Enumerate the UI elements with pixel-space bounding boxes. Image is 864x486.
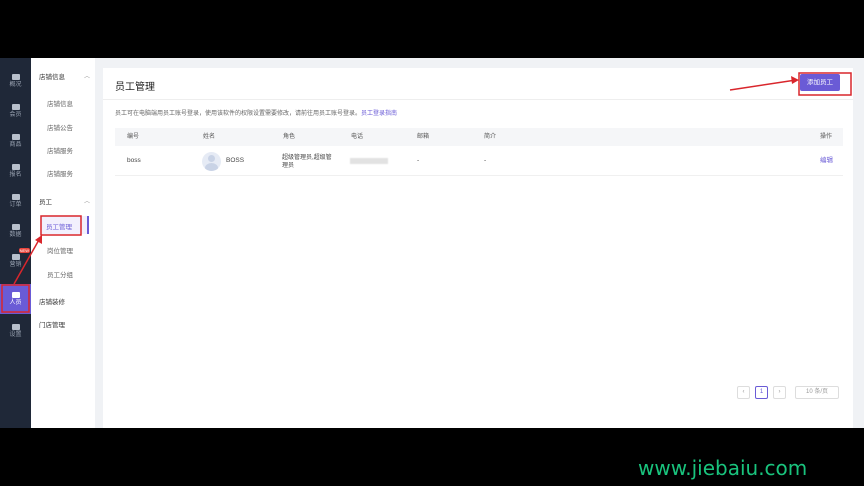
next-page-button[interactable]: › — [773, 386, 786, 399]
col-name: 姓名 — [203, 134, 216, 140]
nav-settings[interactable]: 设置 — [0, 316, 31, 346]
group-staff[interactable]: 员工 — [39, 196, 52, 206]
order-icon — [11, 193, 20, 200]
prev-page-button[interactable]: ‹ — [737, 386, 750, 399]
goods-icon — [11, 133, 20, 140]
secondary-nav: 店铺信息 ︿ 店铺信息 店铺公告 店铺服务 店铺服务 员工 ︿ 员工管理 岗位管… — [31, 58, 95, 428]
nav-marketing[interactable]: 营销 NEW — [0, 246, 31, 276]
page-1[interactable]: 1 — [755, 386, 768, 399]
add-staff-button[interactable]: 添加员工 — [800, 74, 840, 91]
nav-goods[interactable]: 商品 — [0, 126, 31, 156]
avatar — [202, 152, 221, 171]
sub-item-notice[interactable]: 店铺公告 — [47, 122, 73, 132]
sub-item-service[interactable]: 店铺服务 — [47, 145, 73, 155]
table-header: 编号 姓名 角色 电话 邮箱 简介 操作 — [115, 128, 843, 146]
cell-intro: - — [484, 157, 487, 164]
tip-text: 员工可在电脑端用员工账号登录，使用该软件的权限设置需要修改，请前往用员工账号登录… — [115, 111, 398, 117]
nav-data[interactable]: 数据 — [0, 216, 31, 246]
sub-item-position[interactable]: 岗位管理 — [47, 245, 73, 255]
cell-phone-blurred — [350, 158, 388, 164]
app-screen: 概况 会员 商品 报名 订单 数据 营销 NEW 人员 设置 店铺信息 ︿ 店铺信… — [0, 58, 864, 428]
col-id: 编号 — [127, 134, 140, 140]
col-phone: 电话 — [351, 134, 364, 140]
sub-item-stores[interactable]: 门店管理 — [39, 319, 65, 329]
overview-icon — [11, 73, 20, 80]
chevron-up-icon[interactable]: ︿ — [84, 196, 90, 205]
page-title: 员工管理 — [115, 82, 155, 93]
table-row: boss BOSS 超级管理员,超级管理员 - - 编辑 — [115, 146, 843, 176]
diamond-icon — [11, 103, 20, 110]
col-intro: 简介 — [484, 134, 497, 140]
page-size-select[interactable]: 10 条/页 — [795, 386, 839, 399]
edit-link[interactable]: 编辑 — [820, 146, 833, 176]
chevron-up-icon[interactable]: ︿ — [84, 71, 90, 80]
nav-order[interactable]: 订单 — [0, 186, 31, 216]
form-icon — [11, 163, 20, 170]
sub-item-staff-manage[interactable]: 员工管理 — [41, 216, 89, 234]
staff-card: 员工管理 添加员工 员工可在电脑端用员工账号登录，使用该软件的权限设置需要修改，… — [103, 68, 853, 428]
nav-staff[interactable]: 人员 — [0, 284, 31, 314]
col-role: 角色 — [283, 134, 296, 140]
cell-id: boss — [127, 157, 141, 164]
new-badge: NEW — [18, 248, 30, 253]
chart-icon — [11, 223, 20, 230]
col-action: 操作 — [820, 134, 833, 140]
group-shop-info[interactable]: 店铺信息 — [39, 71, 65, 81]
sub-item-service-2[interactable]: 店铺服务 — [47, 168, 73, 178]
megaphone-icon — [11, 253, 20, 260]
cell-email: - — [417, 157, 420, 164]
watermark-text: www.jiebaiu.com — [638, 456, 808, 480]
sub-item-decor[interactable]: 店铺装修 — [39, 296, 65, 306]
nav-form[interactable]: 报名 — [0, 156, 31, 186]
sub-item-shop-info[interactable]: 店铺信息 — [47, 98, 73, 108]
people-icon — [11, 291, 20, 298]
login-guide-link[interactable]: 员工登录指南 — [361, 111, 397, 117]
sub-item-staff-group[interactable]: 员工分组 — [47, 269, 73, 279]
cell-name: BOSS — [226, 157, 245, 164]
cell-role: 超级管理员,超级管理员 — [282, 155, 332, 169]
gear-icon — [11, 323, 20, 330]
primary-nav: 概况 会员 商品 报名 订单 数据 营销 NEW 人员 设置 — [0, 58, 31, 428]
col-email: 邮箱 — [417, 134, 430, 140]
divider — [103, 99, 853, 100]
nav-member[interactable]: 会员 — [0, 96, 31, 126]
nav-overview[interactable]: 概况 — [0, 66, 31, 96]
